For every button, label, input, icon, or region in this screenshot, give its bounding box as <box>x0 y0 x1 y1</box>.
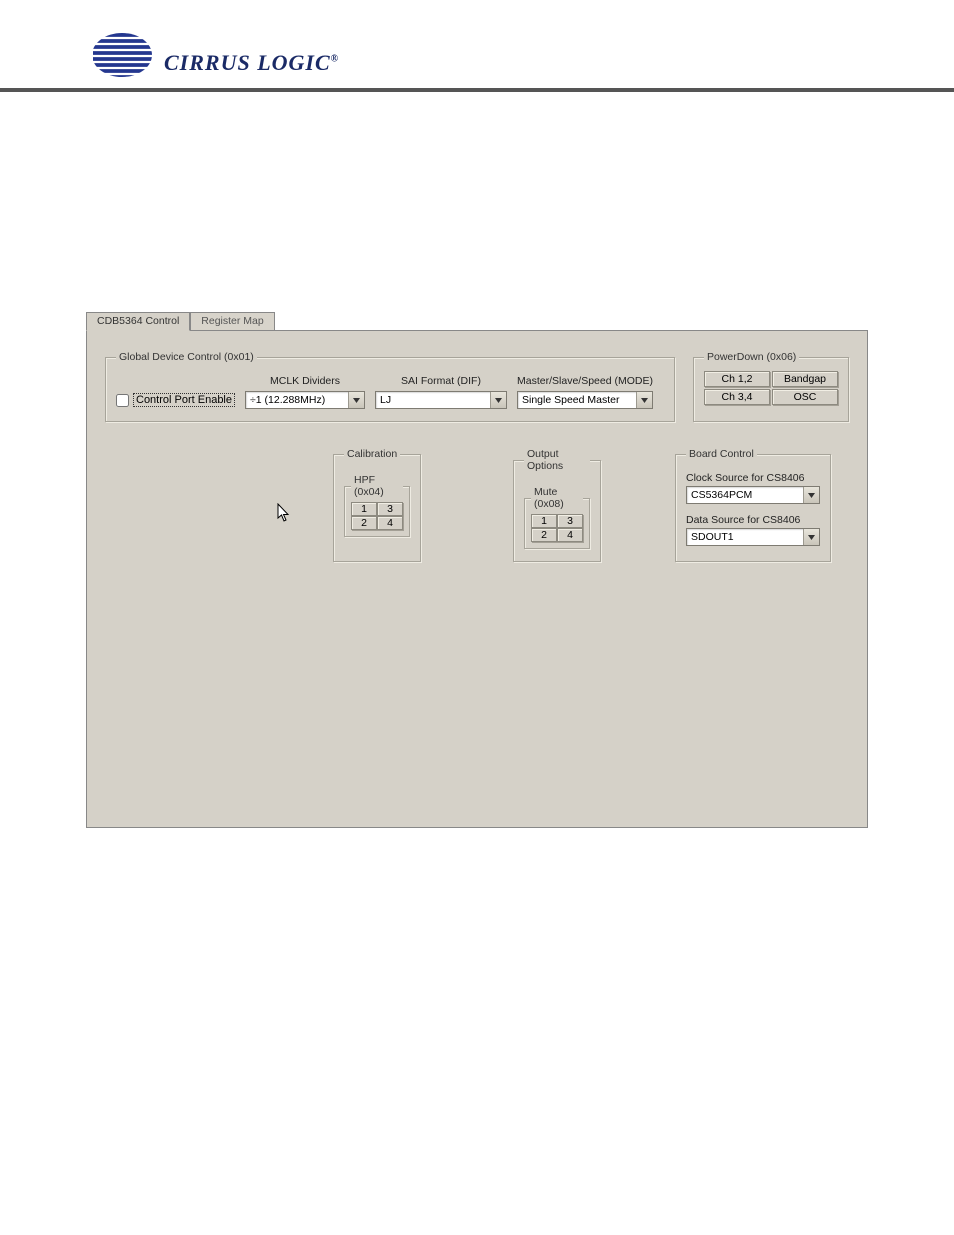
app-window: CDB5364 Control Register Map Global Devi… <box>86 312 868 828</box>
sai-format-value: LJ <box>376 392 490 408</box>
control-port-enable-row: Control Port Enable <box>116 393 235 409</box>
page-header: CIRRUS LOGIC® <box>0 0 954 92</box>
data-source-combo[interactable]: SDOUT1 <box>686 528 820 546</box>
mclk-dividers-combo[interactable]: ÷1 (12.288MHz) <box>245 391 365 409</box>
sai-format-combo[interactable]: LJ <box>375 391 507 409</box>
chevron-down-icon <box>803 529 819 545</box>
logo-mark <box>80 30 160 80</box>
control-port-enable-checkbox[interactable] <box>116 394 129 407</box>
clock-source-combo[interactable]: CS5364PCM <box>686 486 820 504</box>
output-options-legend: Output Options <box>524 448 590 472</box>
registered-mark: ® <box>331 54 339 65</box>
control-port-enable-label: Control Port Enable <box>133 393 235 407</box>
hpf-3-button[interactable]: 3 <box>377 502 403 516</box>
mute-group: Mute (0x08) 1 3 2 4 <box>524 486 590 549</box>
output-options-group: Output Options Mute (0x08) 1 3 2 4 <box>513 448 601 562</box>
logo-text-label: CIRRUS LOGIC <box>164 50 331 75</box>
clock-source-label: Clock Source for CS8406 <box>686 472 820 484</box>
gdc-legend: Global Device Control (0x01) <box>116 351 257 363</box>
mute-4-button[interactable]: 4 <box>557 528 583 542</box>
mclk-dividers-value: ÷1 (12.288MHz) <box>246 392 348 408</box>
chevron-down-icon <box>490 392 506 408</box>
logo: CIRRUS LOGIC® <box>80 30 874 80</box>
mode-combo[interactable]: Single Speed Master <box>517 391 653 409</box>
mute-legend: Mute (0x08) <box>531 486 583 510</box>
hpf-legend: HPF (0x04) <box>351 474 403 498</box>
mute-2-button[interactable]: 2 <box>531 528 557 542</box>
powerdown-group: PowerDown (0x06) Ch 1,2 Bandgap Ch 3,4 O… <box>693 351 849 422</box>
calibration-group: Calibration HPF (0x04) 1 3 2 4 <box>333 448 421 562</box>
chevron-down-icon <box>803 487 819 503</box>
mclk-dividers-label: MCLK Dividers <box>245 375 365 387</box>
powerdown-legend: PowerDown (0x06) <box>704 351 799 363</box>
mute-1-button[interactable]: 1 <box>531 514 557 528</box>
pd-bandgap-button[interactable]: Bandgap <box>772 371 838 387</box>
mode-value: Single Speed Master <box>518 392 636 408</box>
pd-ch12-button[interactable]: Ch 1,2 <box>704 371 770 387</box>
tabstrip: CDB5364 Control Register Map <box>86 312 868 330</box>
chevron-down-icon <box>348 392 364 408</box>
global-device-control-group: Global Device Control (0x01) Control Por… <box>105 351 675 422</box>
board-control-group: Board Control Clock Source for CS8406 CS… <box>675 448 831 562</box>
chevron-down-icon <box>636 392 652 408</box>
tab-register-map[interactable]: Register Map <box>190 312 274 330</box>
pd-osc-button[interactable]: OSC <box>772 389 838 405</box>
board-control-legend: Board Control <box>686 448 757 460</box>
data-source-label: Data Source for CS8406 <box>686 514 820 526</box>
sai-format-label: SAI Format (DIF) <box>375 375 507 387</box>
clock-source-value: CS5364PCM <box>687 487 803 503</box>
hpf-2-button[interactable]: 2 <box>351 516 377 530</box>
hpf-group: HPF (0x04) 1 3 2 4 <box>344 474 410 537</box>
tab-cdb5364-control[interactable]: CDB5364 Control <box>86 312 190 331</box>
data-source-value: SDOUT1 <box>687 529 803 545</box>
mute-3-button[interactable]: 3 <box>557 514 583 528</box>
logo-text: CIRRUS LOGIC® <box>164 50 339 80</box>
hpf-4-button[interactable]: 4 <box>377 516 403 530</box>
calibration-legend: Calibration <box>344 448 400 460</box>
hpf-1-button[interactable]: 1 <box>351 502 377 516</box>
mode-label: Master/Slave/Speed (MODE) <box>517 375 653 387</box>
pd-ch34-button[interactable]: Ch 3,4 <box>704 389 770 405</box>
tab-panel: Global Device Control (0x01) Control Por… <box>86 330 868 828</box>
